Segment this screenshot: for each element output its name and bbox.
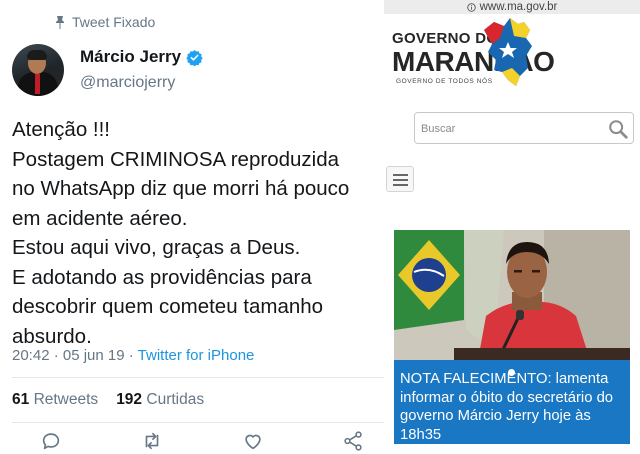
caption-line: governo Márcio Jerry hoje às xyxy=(400,408,591,424)
news-photo-image xyxy=(394,230,630,360)
share-icon xyxy=(344,431,362,451)
retweet-button[interactable] xyxy=(141,430,167,454)
search-icon[interactable] xyxy=(607,118,629,140)
info-icon xyxy=(466,2,476,12)
reply-icon xyxy=(42,433,60,450)
tweet-meta: 20:42 · 05 jun 19 · Twitter for iPhone xyxy=(12,347,254,364)
tweet-text-line: Postagem CRIMINOSA reproduzida xyxy=(12,147,339,171)
verified-badge-icon xyxy=(186,49,203,66)
url-bar[interactable]: www.ma.gov.br xyxy=(384,0,640,14)
pinned-label: Tweet Fixado xyxy=(72,14,156,30)
likes-count: 192 xyxy=(116,391,143,408)
url-text[interactable]: www.ma.gov.br xyxy=(480,1,558,13)
retweets-stat[interactable]: 61 Retweets xyxy=(12,391,98,409)
likes-label: Curtidas xyxy=(146,391,205,408)
author-handle[interactable]: @marciojerry xyxy=(80,74,175,92)
retweets-label: Retweets xyxy=(33,391,99,408)
caption-line: NOTA FALECIMENTO: lamenta xyxy=(400,371,609,387)
carousel-dot[interactable] xyxy=(508,369,515,376)
pinned-tweet-indicator: Tweet Fixado xyxy=(54,14,155,30)
tweet-text-line: Atenção !!! xyxy=(12,118,111,141)
search-box[interactable] xyxy=(414,112,634,144)
tweet-text-line: em acidente aéreo. xyxy=(12,206,188,230)
pin-icon xyxy=(56,16,64,29)
tweet-actions-bar xyxy=(0,430,384,454)
tweet-text-line: Estou aqui vivo, graças a Deus. xyxy=(12,236,301,259)
news-photo[interactable] xyxy=(394,230,630,360)
likes-stat[interactable]: 192 Curtidas xyxy=(116,391,204,409)
author-name-row[interactable]: Márcio Jerry xyxy=(80,47,203,67)
divider xyxy=(12,377,384,378)
tweet-text-line: no WhatsApp diz que morri há pouco xyxy=(12,177,350,200)
tweet-timestamp[interactable]: 20:42 · 05 jun 19 · xyxy=(12,347,138,364)
like-button[interactable] xyxy=(242,430,268,454)
search-input[interactable] xyxy=(421,119,601,139)
avatar[interactable] xyxy=(12,44,64,96)
reply-button[interactable] xyxy=(40,430,66,454)
share-button[interactable] xyxy=(342,430,368,454)
tweet-card: Tweet Fixado Márcio Jerry @marciojerry A… xyxy=(0,0,384,454)
tweet-stats: 61 Retweets 192 Curtidas xyxy=(12,391,204,409)
maranhao-map-logo-icon xyxy=(484,18,532,86)
retweets-count: 61 xyxy=(12,391,30,408)
tweet-text-line: E adotando as providências para xyxy=(12,265,312,289)
tweet-source-link[interactable]: Twitter for iPhone xyxy=(138,347,255,364)
hamburger-menu-icon xyxy=(393,174,408,176)
menu-button[interactable] xyxy=(386,166,414,192)
caption-line: 18h35 xyxy=(400,426,442,443)
divider xyxy=(12,422,384,423)
author-name[interactable]: Márcio Jerry xyxy=(80,47,181,67)
browser-screenshot: www.ma.gov.br GOVERNO DO MARANHÃO GOVERN… xyxy=(384,0,640,454)
like-icon xyxy=(245,434,261,450)
retweet-icon xyxy=(145,432,159,450)
tweet-text: Atenção !!! Postagem CRIMINOSA reproduzi… xyxy=(12,115,384,351)
caption-line: informar o óbito do secretário do xyxy=(400,389,614,406)
tweet-text-line: descobrir quem cometeu tamanho xyxy=(12,295,324,318)
